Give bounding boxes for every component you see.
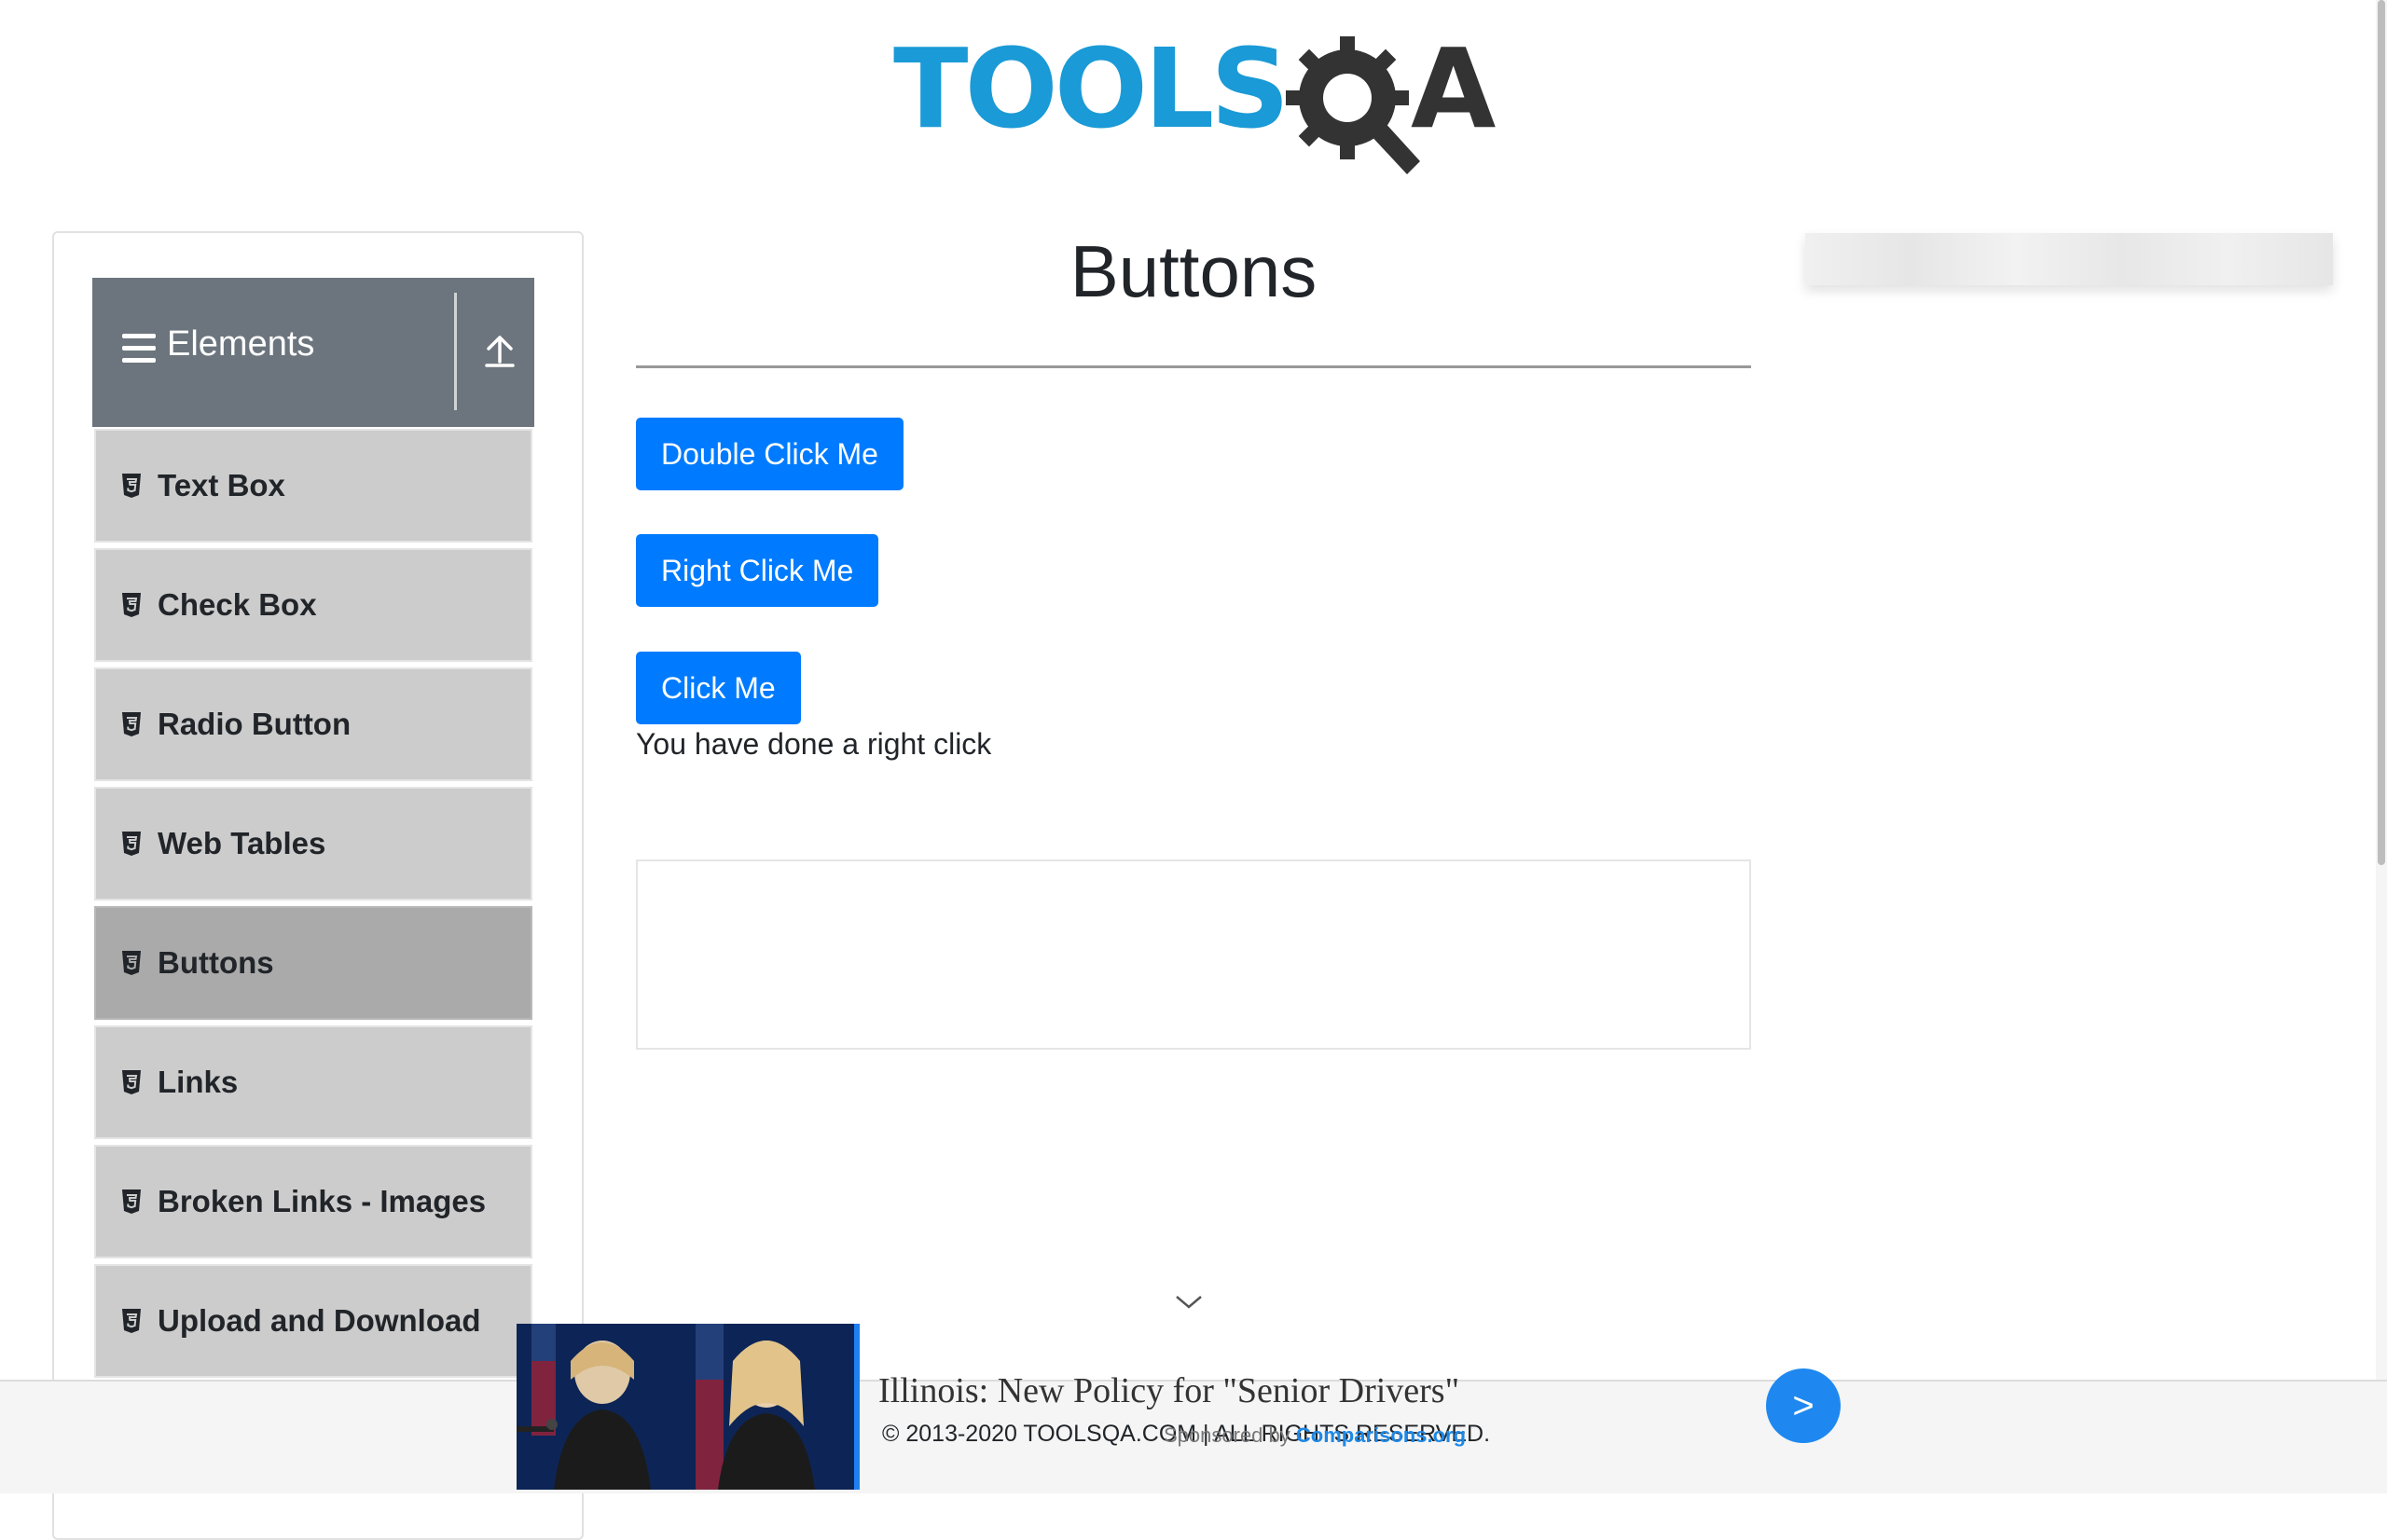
chevron-down-icon[interactable] [1175, 1294, 1203, 1311]
sidebar-item-check-box[interactable]: Check Box [94, 548, 532, 662]
title-divider [636, 365, 1751, 368]
ad-sponsor[interactable]: Sponsored by Comparisons.org [1164, 1423, 1466, 1448]
html5-icon [122, 712, 141, 736]
hamburger-icon [122, 334, 156, 364]
html5-icon [122, 1070, 141, 1094]
sidebar-item-label: Broken Links - Images [158, 1184, 487, 1218]
right-ad-skeleton [1805, 233, 2333, 285]
sidebar-item-radio-button[interactable]: Radio Button [94, 667, 532, 781]
scrollbar-thumb[interactable] [2378, 0, 2385, 865]
html5-icon [122, 1189, 141, 1214]
sidebar-item-label: Upload and Download [158, 1303, 481, 1338]
sidebar-item-web-tables[interactable]: Web Tables [94, 787, 532, 901]
sidebar-item-links[interactable]: Links [94, 1025, 532, 1139]
sidebar-item-text-box[interactable]: Text Box [94, 429, 532, 543]
sidebar-item-broken-links-images[interactable]: Broken Links - Images [94, 1145, 532, 1258]
header-divider [454, 293, 457, 410]
html5-icon [122, 474, 141, 498]
logo-text-tools: TOOLS [893, 24, 1290, 153]
sidebar-item-label: Radio Button [158, 707, 352, 741]
ad-sponsor-prefix: Sponsored by [1164, 1423, 1290, 1447]
sidebar-item-label: Text Box [158, 468, 285, 502]
right-click-message: You have done a right click [636, 727, 992, 761]
ad-sponsor-brand: Comparisons.org [1295, 1423, 1467, 1447]
double-click-button[interactable]: Double Click Me [636, 418, 904, 490]
ad-placeholder [636, 859, 1751, 1050]
html5-icon [122, 832, 141, 856]
ad-go-button[interactable]: > [1766, 1368, 1841, 1443]
sidebar-item-upload-and-download[interactable]: Upload and Download [94, 1264, 532, 1378]
html5-icon [122, 593, 141, 617]
ad-headline[interactable]: Illinois: New Policy for "Senior Drivers… [878, 1370, 1459, 1411]
site-header: TOOLS A [0, 0, 2387, 186]
sidebar-item-buttons[interactable]: Buttons [94, 906, 532, 1020]
toolsqa-logo[interactable]: TOOLS A [893, 26, 1499, 175]
collapse-arrow-up-icon[interactable] [484, 332, 516, 369]
sidebar-item-label: Links [158, 1065, 239, 1099]
logo-text-a: A [1411, 24, 1497, 153]
click-me-button[interactable]: Click Me [636, 652, 801, 724]
ad-photo-illustration [517, 1324, 854, 1490]
group-title: Elements [167, 324, 315, 364]
elements-group-header[interactable]: Elements [92, 278, 534, 427]
sidebar-item-label: Check Box [158, 587, 317, 622]
ad-image[interactable] [517, 1324, 860, 1490]
right-click-button[interactable]: Right Click Me [636, 534, 879, 607]
page-title: Buttons [1069, 230, 1318, 312]
sidebar-item-label: Buttons [158, 945, 274, 980]
html5-icon [122, 951, 141, 975]
sidebar-item-label: Web Tables [158, 826, 326, 860]
html5-icon [122, 1309, 141, 1333]
